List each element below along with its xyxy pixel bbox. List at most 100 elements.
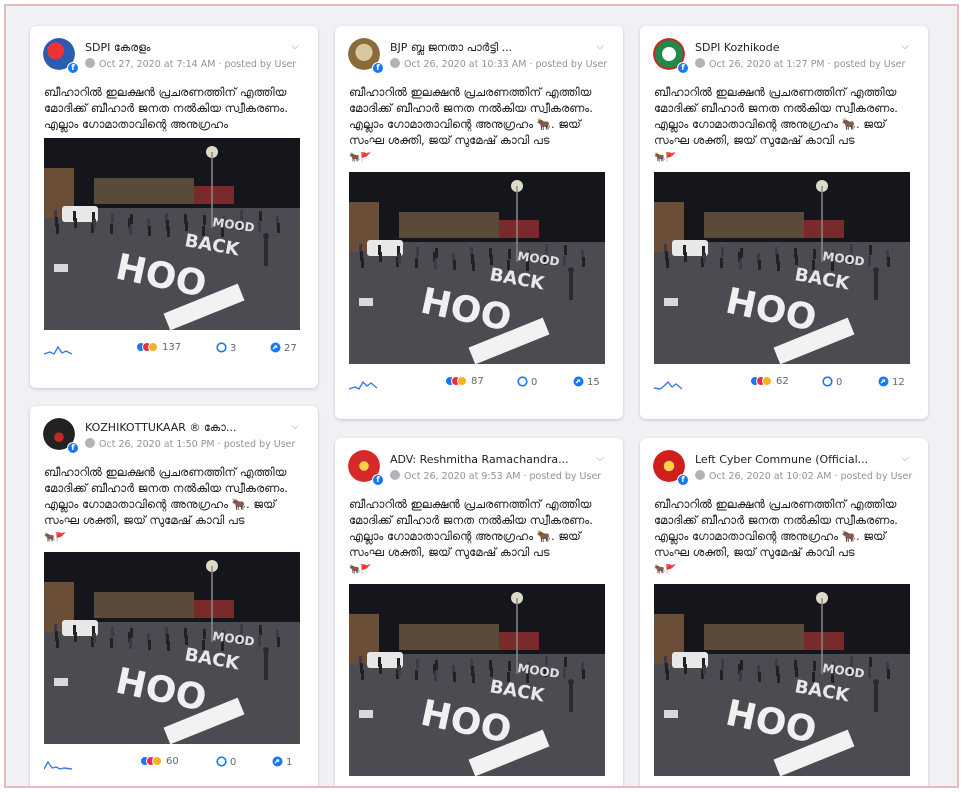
chevron-down-icon[interactable]: ⌵	[898, 40, 912, 54]
post-meta: Oct 26, 2020 at 10:02 AM · posted by Use…	[695, 470, 912, 482]
post-photo[interactable]: HOO BACK MOOD	[654, 172, 910, 364]
post-meta: Oct 27, 2020 at 7:14 AM · posted by User	[85, 58, 296, 70]
post-photo[interactable]: HOO BACK MOOD	[44, 138, 300, 330]
post-photo[interactable]: HOO BACK MOOD	[349, 584, 605, 776]
chevron-down-icon[interactable]: ⌵	[593, 40, 607, 54]
comment-count[interactable]: 0	[216, 756, 236, 768]
post-body: ബീഹാറിൽ ഇലക്ഷൻ പ്രചരണത്തിന് എത്തിയ മോദിക…	[349, 85, 593, 147]
post-body: ബീഹാറിൽ ഇലക്ഷൻ പ്രചരണത്തിന് എത്തിയ മോദിക…	[654, 497, 898, 559]
post-date[interactable]: Oct 27, 2020 at 7:14 AM	[99, 59, 215, 70]
emoji-row: 🐂🚩	[349, 153, 372, 163]
street-photo: HOOBACKMOOD	[44, 138, 300, 330]
reaction-count[interactable]: 87	[445, 376, 484, 387]
post-card: f ADV: Reshmitha Ramachandra... Oct 26, …	[335, 438, 623, 786]
post-photo[interactable]: HOO BACK MOOD	[44, 552, 300, 744]
street-photo: HOOBACKMOOD	[654, 584, 910, 776]
post-stats: 62 0 12	[640, 364, 928, 398]
comment-icon	[216, 342, 227, 353]
reaction-count[interactable]: 62	[750, 376, 789, 387]
post-body: ബീഹാറിൽ ഇലക്ഷൻ പ്രചരണത്തിന് എത്തിയ മോദിക…	[44, 85, 288, 131]
comment-count[interactable]: 0	[822, 376, 842, 388]
post-body: ബീഹാറിൽ ഇലക്ഷൻ പ്രചരണത്തിന് എത്തിയ മോദിക…	[349, 497, 593, 559]
post-meta: Oct 26, 2020 at 10:33 AM · posted by Use…	[390, 58, 607, 70]
post-photo[interactable]: HOO BACK MOOD	[654, 584, 910, 776]
globe-icon	[390, 470, 400, 480]
emoji-row: 🐂🚩	[654, 565, 677, 575]
post-body: ബീഹാറിൽ ഇലക്ഷൻ പ്രചരണത്തിന് എത്തിയ മോദിക…	[44, 465, 288, 527]
chevron-down-icon[interactable]: ⌵	[898, 452, 912, 466]
globe-icon	[85, 438, 95, 448]
post-text: ബീഹാറിൽ ഇലക്ഷൻ പ്രചരണത്തിന് എത്തിയ മോദിക…	[640, 496, 928, 578]
reactions-icon	[140, 756, 162, 766]
post-card: f Left Cyber Commune (Official... Oct 26…	[640, 438, 928, 786]
post-meta: Oct 26, 2020 at 1:27 PM · posted by User	[695, 58, 905, 70]
page-name[interactable]: SDPI കേരളം	[85, 41, 275, 55]
posted-by: posted by User	[833, 59, 906, 70]
page-name[interactable]: KOZHIKOTTUKAAR ® കോ...	[85, 421, 275, 435]
post-card: f BJP ബ്ലൂ ജനതാ പാർട്ടി ... Oct 26, 2020…	[335, 26, 623, 419]
post-header: f ADV: Reshmitha Ramachandra... Oct 26, …	[335, 438, 623, 496]
post-date[interactable]: Oct 26, 2020 at 1:50 PM	[99, 439, 215, 450]
comment-icon	[822, 376, 833, 387]
post-header: f SDPI Kozhikode Oct 26, 2020 at 1:27 PM…	[640, 26, 928, 84]
reaction-count[interactable]: 60	[140, 756, 179, 767]
post-meta: Oct 26, 2020 at 1:50 PM · posted by User	[85, 438, 295, 450]
share-count[interactable]: 12	[878, 376, 905, 388]
post-card: f SDPI Kozhikode Oct 26, 2020 at 1:27 PM…	[640, 26, 928, 419]
globe-icon	[85, 58, 95, 68]
sparkline-icon[interactable]	[44, 758, 72, 770]
posted-by: posted by User	[535, 59, 608, 70]
post-text: ബീഹാറിൽ ഇലക്ഷൻ പ്രചരണത്തിന് എത്തിയ മോദിക…	[30, 464, 318, 546]
post-card: f SDPI കേരളം Oct 27, 2020 at 7:14 AM · p…	[30, 26, 318, 388]
posted-by: posted by User	[840, 471, 913, 482]
post-header: f SDPI കേരളം Oct 27, 2020 at 7:14 AM · p…	[30, 26, 318, 84]
facebook-badge-icon: f	[677, 62, 689, 74]
page-name[interactable]: SDPI Kozhikode	[695, 41, 885, 54]
street-photo: HOOBACKMOOD	[349, 584, 605, 776]
post-date[interactable]: Oct 26, 2020 at 9:53 AM	[404, 471, 520, 482]
comment-icon	[216, 756, 227, 767]
reactions-icon	[136, 342, 158, 352]
posted-by: posted by User	[223, 439, 296, 450]
comment-count[interactable]: 0	[517, 376, 537, 388]
share-count[interactable]: 15	[573, 376, 600, 388]
post-date[interactable]: Oct 26, 2020 at 10:02 AM	[709, 471, 831, 482]
share-icon	[270, 342, 281, 353]
post-date[interactable]: Oct 26, 2020 at 10:33 AM	[404, 59, 526, 70]
emoji-row: 🐂🚩	[654, 153, 677, 163]
post-photo[interactable]: HOO BACK MOOD	[349, 172, 605, 364]
sparkline-icon[interactable]	[44, 344, 72, 356]
reactions-icon	[750, 376, 772, 386]
facebook-badge-icon: f	[372, 474, 384, 486]
sparkline-icon[interactable]	[349, 378, 377, 390]
globe-icon	[695, 58, 705, 68]
facebook-badge-icon: f	[67, 62, 79, 74]
post-header: f BJP ബ്ലൂ ജനതാ പാർട്ടി ... Oct 26, 2020…	[335, 26, 623, 84]
sparkline-icon[interactable]	[654, 378, 682, 390]
reaction-count[interactable]: 137	[136, 342, 181, 353]
posted-by: posted by User	[224, 59, 297, 70]
post-stats: 137 3 27	[30, 330, 318, 364]
street-photo: HOOBACKMOOD	[654, 172, 910, 364]
chevron-down-icon[interactable]: ⌵	[288, 40, 302, 54]
facebook-badge-icon: f	[677, 474, 689, 486]
street-photo: HOOBACKMOOD	[44, 552, 300, 744]
share-count[interactable]: 1	[272, 756, 292, 768]
page-name[interactable]: ADV: Reshmitha Ramachandra...	[390, 453, 580, 466]
street-photo: HOOBACKMOOD	[349, 172, 605, 364]
post-meta: Oct 26, 2020 at 9:53 AM · posted by User	[390, 470, 601, 482]
post-text: ബീഹാറിൽ ഇലക്ഷൻ പ്രചരണത്തിന് എത്തിയ മോദിക…	[640, 84, 928, 166]
chevron-down-icon[interactable]: ⌵	[593, 452, 607, 466]
post-header: f Left Cyber Commune (Official... Oct 26…	[640, 438, 928, 496]
share-count[interactable]: 27	[270, 342, 297, 354]
post-card: f KOZHIKOTTUKAAR ® കോ... Oct 26, 2020 at…	[30, 406, 318, 786]
page-name[interactable]: BJP ബ്ലൂ ജനതാ പാർട്ടി ...	[390, 41, 580, 55]
chevron-down-icon[interactable]: ⌵	[288, 420, 302, 434]
page-name[interactable]: Left Cyber Commune (Official...	[695, 453, 885, 466]
emoji-row: 🐂🚩	[44, 533, 67, 543]
facebook-badge-icon: f	[67, 442, 79, 454]
post-date[interactable]: Oct 26, 2020 at 1:27 PM	[709, 59, 825, 70]
comment-count[interactable]: 3	[216, 342, 236, 354]
emoji-row: 🐂🚩	[349, 565, 372, 575]
facebook-badge-icon: f	[372, 62, 384, 74]
